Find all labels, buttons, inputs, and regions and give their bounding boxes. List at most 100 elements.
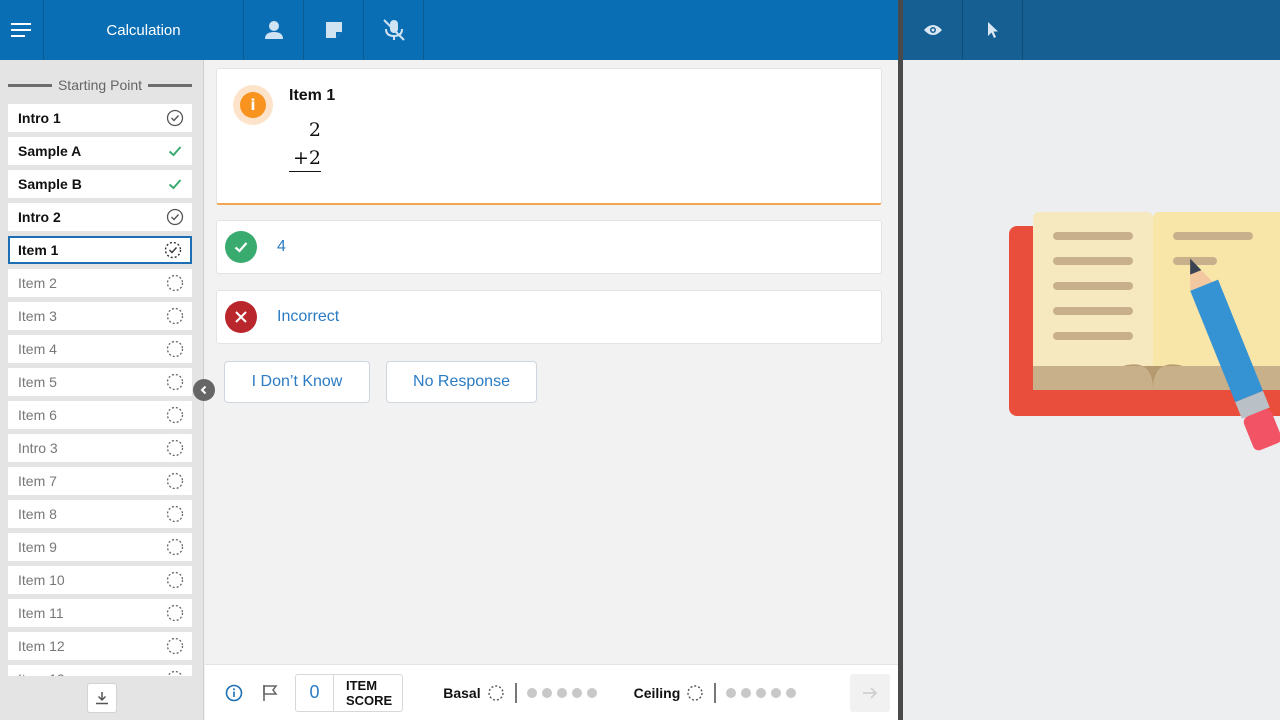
sidebar-item[interactable]: Item 1 [8,236,192,264]
sidebar-item[interactable]: Item 10 [8,566,192,594]
sidebar-item-label: Item 2 [18,275,57,291]
ceiling-indicator: Ceiling [634,682,802,703]
item-score: 0 ITEM SCORE [295,673,404,712]
item-status [166,142,184,160]
sidebar-item[interactable]: Item 7 [8,467,192,495]
pending-circle-icon [166,340,184,358]
sidebar-item-label: Item 5 [18,374,57,390]
starting-point-label: Starting Point [57,77,143,93]
ceiling-dots [726,687,801,698]
sidebar-item[interactable]: Intro 1 [8,104,192,132]
progress-dot [541,687,552,698]
pending-circle-icon [166,604,184,622]
sidebar-item[interactable]: Item 2 [8,269,192,297]
basal-dots [526,687,602,698]
progress-dot [786,687,797,698]
sidebar-item[interactable]: Intro 3 [8,434,192,462]
progress-dot [571,687,582,698]
dont-know-button[interactable]: I Don’t Know [224,361,370,403]
page-title: Calculation [44,0,244,60]
pending-circle-icon [166,637,184,655]
item-list[interactable]: Intro 1 Sample A Sample B Intro 2 Item 1 Item… [8,104,192,676]
book-pencil-illustration [1009,212,1280,451]
item-status [166,571,184,589]
item-status [166,439,184,457]
sidebar-item-label: Sample A [18,143,82,159]
response-buttons: I Don’t Know No Response [224,361,537,403]
top-toolbar: Calculation [0,0,898,60]
sidebar-item[interactable]: Item 11 [8,599,192,627]
eye-icon [923,25,942,35]
progress-dot [771,687,782,698]
sidebar-item[interactable]: Item 13 [8,665,192,676]
sidebar-item[interactable]: Item 3 [8,302,192,330]
pending-circle-icon [166,571,184,589]
pending-circle-icon [166,406,184,424]
check-circle-icon [166,109,184,127]
correct-answer-label: 4 [277,238,286,255]
item-status [166,538,184,556]
item-sidebar: Starting Point Intro 1 Sample A Sample B In… [0,60,204,720]
check-icon [168,146,182,157]
separator [514,682,517,703]
item-status [166,373,184,391]
pending-circle-icon [166,472,184,490]
next-button[interactable] [850,674,890,712]
collapse-sidebar-button[interactable] [193,379,215,401]
main-panel: i Item 1 2 +2 4 Incorrect I Don’t Know N… [205,60,898,664]
item-status [166,472,184,490]
arrow-right-icon [863,687,878,699]
info-outline-icon[interactable] [223,682,245,704]
incorrect-answer-option[interactable]: Incorrect [216,290,882,344]
sidebar-item[interactable]: Item 8 [8,500,192,528]
sidebar-item[interactable]: Item 6 [8,401,192,429]
cursor-button[interactable] [963,0,1023,60]
basal-indicator: Basal [443,682,602,703]
sidebar-item[interactable]: Item 12 [8,632,192,660]
chevron-left-icon [200,385,207,395]
no-response-button[interactable]: No Response [386,361,537,403]
pending-circle-icon [166,439,184,457]
item-status [166,274,184,292]
pending-circle-icon [166,307,184,325]
progress-dot [756,687,767,698]
check-icon [168,179,182,190]
item-status [166,307,184,325]
note-button[interactable] [304,0,364,60]
correct-answer-option[interactable]: 4 [216,220,882,274]
flag-icon[interactable] [259,682,281,704]
sidebar-item[interactable]: Sample B [8,170,192,198]
eye-button[interactable] [903,0,963,60]
sidebar-footer [0,676,203,720]
sidebar-item[interactable]: Item 5 [8,368,192,396]
close-icon [225,301,257,333]
menu-button[interactable] [0,0,44,60]
sidebar-item-label: Item 9 [18,539,57,555]
pending-circle-icon [166,538,184,556]
sidebar-item[interactable]: Intro 2 [8,203,192,231]
item-status [166,406,184,424]
sidebar-item-label: Item 1 [18,242,59,258]
sidebar-item-label: Sample B [18,176,82,192]
cursor-icon [987,22,998,38]
sidebar-item[interactable]: Item 9 [8,533,192,561]
sidebar-item-label: Item 12 [18,638,65,654]
sidebar-item-label: Item 3 [18,308,57,324]
sidebar-item-label: Item 11 [18,605,64,621]
sidebar-item-label: Item 10 [18,572,65,588]
pending-circle-icon [166,274,184,292]
pending-circle-icon [687,684,703,701]
basal-label: Basal [443,684,481,701]
menu-icon [10,23,31,37]
sidebar-item[interactable]: Sample A [8,137,192,165]
download-button[interactable] [86,683,117,713]
check-icon [225,231,257,263]
sidebar-item[interactable]: Item 4 [8,335,192,363]
sidebar-item-label: Item 7 [18,473,57,489]
person-button[interactable] [244,0,304,60]
sidebar-item-label: Item 6 [18,407,57,423]
progress-dot [556,687,567,698]
mic-off-icon [382,19,405,41]
mic-off-button[interactable] [364,0,424,60]
info-badge[interactable]: i [233,85,273,125]
